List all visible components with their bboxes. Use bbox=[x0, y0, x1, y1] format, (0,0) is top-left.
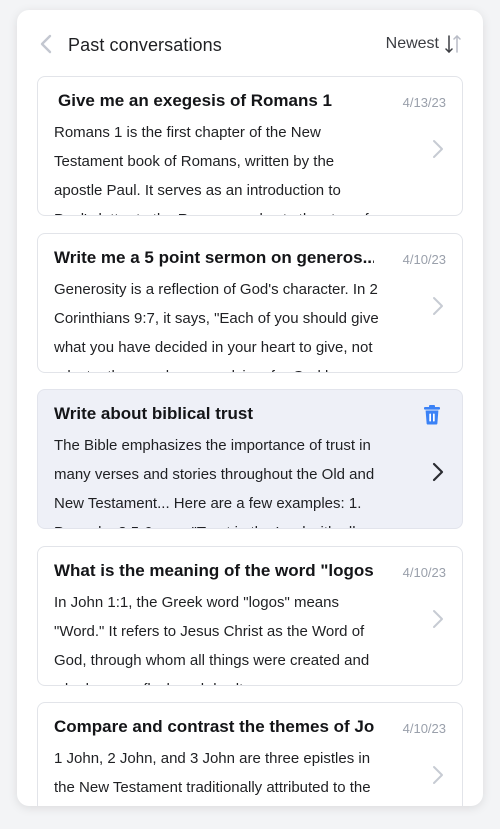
chevron-right-icon bbox=[433, 766, 443, 784]
conversation-date: 4/10/23 bbox=[402, 721, 446, 736]
sort-label: Newest bbox=[385, 35, 439, 52]
conversation-date: 4/13/23 bbox=[402, 95, 446, 110]
conversation-preview: Generosity is a reflection of God's char… bbox=[54, 281, 379, 372]
conversation-preview: 1 John, 2 John, and 3 John are three epi… bbox=[54, 750, 371, 796]
header: Past conversations Newest bbox=[17, 10, 483, 74]
conversation-date: 4/10/23 bbox=[402, 565, 446, 580]
conversation-title: Write me a 5 point sermon on generos... bbox=[54, 248, 374, 267]
past-conversations-panel: Past conversations Newest Give me an exe… bbox=[17, 10, 483, 806]
conversation-card[interactable]: Give me an exegesis of Romans 1 4/13/23 … bbox=[37, 76, 463, 216]
conversation-preview: Romans 1 is the first chapter of the New… bbox=[54, 124, 382, 215]
chevron-left-icon bbox=[40, 34, 52, 54]
conversation-title: What is the meaning of the word "logos..… bbox=[54, 561, 374, 580]
conversation-title: Compare and contrast the themes of Jo... bbox=[54, 717, 374, 736]
conversation-preview: In John 1:1, the Greek word "logos" mean… bbox=[54, 594, 370, 685]
conversation-date: 4/10/23 bbox=[402, 252, 446, 267]
chevron-right-icon bbox=[432, 462, 444, 482]
trash-icon bbox=[424, 405, 440, 425]
chevron-right-icon bbox=[433, 140, 443, 158]
delete-button[interactable] bbox=[423, 405, 441, 425]
conversation-title: Give me an exegesis of Romans 1 bbox=[58, 91, 333, 110]
chevron-right-icon bbox=[433, 610, 443, 628]
conversation-preview: The Bible emphasizes the importance of t… bbox=[54, 437, 375, 528]
chevron-right-icon bbox=[433, 297, 443, 315]
conversation-title: Write about biblical trust bbox=[54, 404, 253, 423]
conversation-card[interactable]: What is the meaning of the word "logos..… bbox=[37, 546, 463, 686]
page-title: Past conversations bbox=[68, 35, 222, 55]
conversation-card[interactable]: Write me a 5 point sermon on generos... … bbox=[37, 233, 463, 373]
conversation-card[interactable]: Compare and contrast the themes of Jo...… bbox=[37, 702, 463, 806]
back-button[interactable] bbox=[37, 33, 57, 55]
sort-arrows-icon bbox=[445, 35, 461, 53]
conversation-card-selected[interactable]: Write about biblical trust The Bible emp… bbox=[37, 389, 463, 529]
sort-button[interactable]: Newest bbox=[386, 34, 461, 54]
